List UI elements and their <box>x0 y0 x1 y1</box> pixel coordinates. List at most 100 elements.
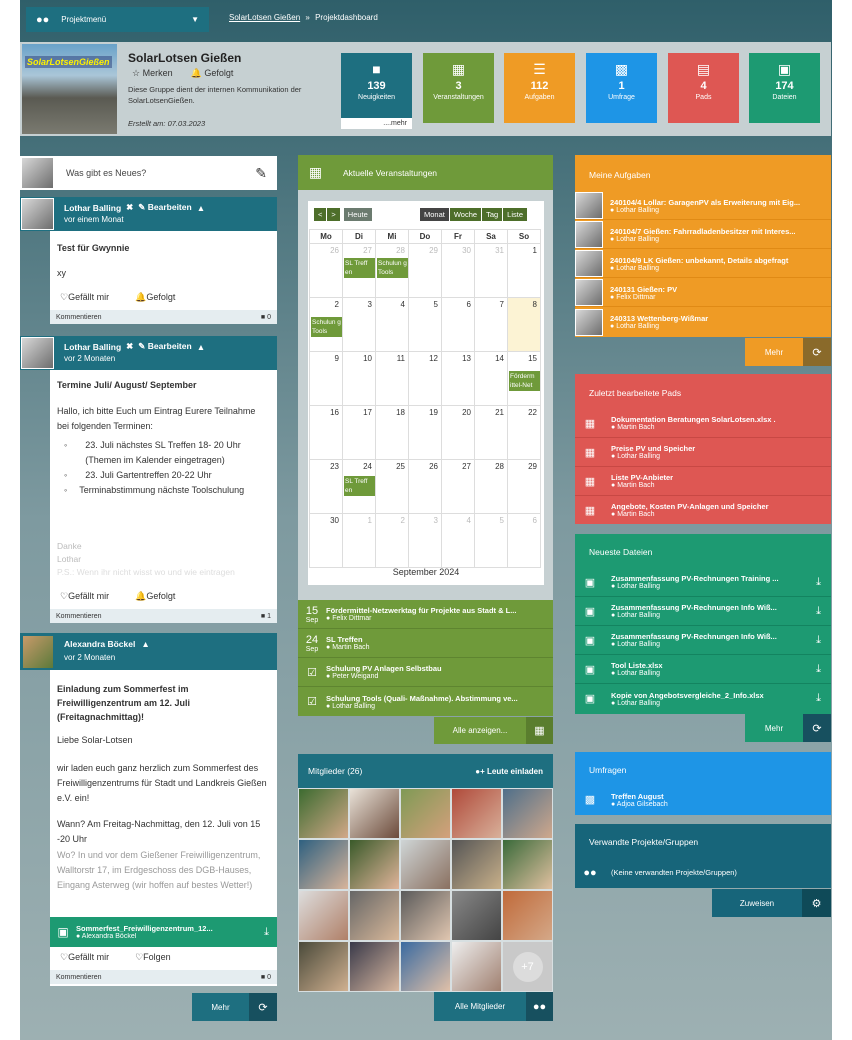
event-list-item[interactable]: 15 Sep Fördermittel-Netzwerktag für Proje… <box>298 600 553 629</box>
calendar-day[interactable]: 21 <box>474 405 508 460</box>
calendar-day[interactable]: 29 <box>507 459 541 514</box>
post-author[interactable]: Lothar Balling <box>64 203 121 213</box>
calendar-icon[interactable]: ▦ <box>526 717 553 744</box>
today-button[interactable]: Heute <box>343 208 372 221</box>
pad-item[interactable]: ▦ Preise PV und Speicher ● Lothar Balling <box>575 438 831 467</box>
calendar-day[interactable]: 19 <box>408 405 442 460</box>
follow-button[interactable]: 🔔Gefolgt <box>135 292 175 303</box>
pad-item[interactable]: ▦ Dokumentation Beratungen SolarLotsen.xl… <box>575 409 831 438</box>
download-icon[interactable]: ⤓ <box>816 692 821 705</box>
calendar-event[interactable]: Schulun g Tools <box>377 258 408 278</box>
event-list-item[interactable]: 24 Sep SL Treffen ● Martin Bach <box>298 629 553 658</box>
view-month-button[interactable]: Monat <box>420 208 449 221</box>
task-item[interactable]: 240131 Gießen: PV ● Felix Dittmar <box>575 279 831 307</box>
pad-item[interactable]: ▦ Liste PV-Anbieter ● Martin Bach <box>575 467 831 496</box>
task-item[interactable]: 240104/9 LK Gießen: unbekannt, Details a… <box>575 250 831 278</box>
calendar-day[interactable]: 2 <box>375 513 409 568</box>
calendar-day[interactable]: 6 <box>441 297 475 352</box>
tile-news-more[interactable]: ....mehr <box>341 118 412 129</box>
calendar-day[interactable]: 23 <box>309 459 343 514</box>
prev-month-button[interactable]: < <box>314 208 327 221</box>
calendar-day[interactable]: 10 <box>342 351 376 406</box>
invite-button[interactable]: ●+ Leute einladen <box>475 767 543 776</box>
calendar-day[interactable]: 30 <box>309 513 343 568</box>
member-avatar[interactable] <box>503 840 552 889</box>
calendar-event[interactable]: Schulun g Tools <box>311 317 342 337</box>
member-avatar[interactable] <box>350 840 399 889</box>
event-list-item[interactable]: ☑ Schulung Tools (Quali- Maßnahme). Abst… <box>298 687 553 716</box>
member-avatar[interactable] <box>452 840 501 889</box>
calendar-day[interactable]: 2 Schulun g Tools <box>309 297 343 352</box>
calendar-day[interactable]: 4 <box>441 513 475 568</box>
event-list-item[interactable]: ☑ Schulung PV Anlagen Selbstbau ● Peter W… <box>298 658 553 687</box>
pad-item[interactable]: ▦ Angebote, Kosten PV-Anlagen und Speiche… <box>575 496 831 524</box>
attached-file[interactable]: ▣ Sommerfest_Freiwilligenzentrum_12... ●… <box>50 917 277 947</box>
member-avatar[interactable] <box>452 891 501 940</box>
view-week-button[interactable]: Woche <box>449 208 482 221</box>
calendar-day[interactable]: 22 <box>507 405 541 460</box>
calendar-day[interactable]: 26 <box>408 459 442 514</box>
project-menu-button[interactable]: ●● Projektmenü ▼ <box>26 7 209 32</box>
files-more-button[interactable]: Mehr <box>745 714 803 742</box>
like-button[interactable]: ♡Gefällt mir <box>60 952 109 963</box>
member-avatar[interactable] <box>350 942 399 991</box>
calendar-day[interactable]: 12 <box>408 351 442 406</box>
edit-button[interactable]: ✎ Bearbeiten <box>138 202 191 213</box>
follow-button[interactable]: 🔔 Gefolgt <box>191 68 234 79</box>
file-item[interactable]: ▣ Zusammenfassung PV-Rechnungen Training … <box>575 568 831 597</box>
edit-button[interactable]: ✎ Bearbeiten <box>138 341 191 352</box>
calendar-day[interactable]: 27 <box>441 459 475 514</box>
calendar-day[interactable]: 1 <box>342 513 376 568</box>
file-item[interactable]: ▣ Zusammenfassung PV-Rechnungen Info Wiß.… <box>575 597 831 626</box>
calendar-day[interactable]: 28 Schulun g Tools <box>375 243 409 298</box>
refresh-icon[interactable]: ⟳ <box>803 714 831 742</box>
post-author[interactable]: Alexandra Böckel <box>64 639 135 649</box>
refresh-icon[interactable]: ⟳ <box>249 993 277 1021</box>
calendar-day[interactable]: 5 <box>408 297 442 352</box>
pencil-icon[interactable]: ✎ <box>255 165 267 182</box>
all-members-button[interactable]: Alle Mitglieder <box>434 992 526 1021</box>
calendar-day[interactable]: 14 <box>474 351 508 406</box>
member-avatar[interactable] <box>401 942 450 991</box>
calendar-day[interactable]: 25 <box>375 459 409 514</box>
task-item[interactable]: 240104/4 Lollar: GaragenPV als Erweiteru… <box>575 192 831 220</box>
calendar-day[interactable]: 3 <box>408 513 442 568</box>
member-avatar[interactable] <box>350 891 399 940</box>
file-item[interactable]: ▣ Tool Liste.xlsx ● Lothar Balling ⤓ <box>575 655 831 684</box>
calendar-day[interactable]: 4 <box>375 297 409 352</box>
calendar-day[interactable]: 6 <box>507 513 541 568</box>
assign-button[interactable]: Zuweisen <box>712 889 802 917</box>
like-button[interactable]: ♡Gefällt mir <box>60 292 109 303</box>
tile-polls[interactable]: ▩ 1 Umfrage <box>586 53 657 123</box>
download-icon[interactable]: ⤓ <box>816 663 821 676</box>
calendar-day[interactable]: 3 <box>342 297 376 352</box>
task-item[interactable]: 240104/7 Gießen: Fahrradladenbesitzer mi… <box>575 221 831 249</box>
users-icon[interactable]: ●● <box>526 992 553 1021</box>
member-avatar[interactable] <box>452 942 501 991</box>
poll-item[interactable]: ▩ Treffen August ● Adjoa Gilsebach <box>575 785 831 814</box>
calendar-day[interactable]: 31 <box>474 243 508 298</box>
close-icon[interactable]: ✖ <box>126 202 133 213</box>
more-members[interactable]: +7 <box>503 942 552 991</box>
calendar-day[interactable]: 9 <box>309 351 343 406</box>
calendar-day[interactable]: 16 <box>309 405 343 460</box>
download-icon[interactable]: ⤓ <box>816 576 821 589</box>
like-button[interactable]: ♡Gefällt mir <box>60 591 109 602</box>
calendar-event[interactable]: SL Treff en <box>344 258 375 278</box>
bookmark-button[interactable]: ☆ Merken <box>132 68 173 79</box>
calendar-day[interactable]: 29 <box>408 243 442 298</box>
calendar-day[interactable]: 13 <box>441 351 475 406</box>
file-item[interactable]: ▣ Kopie von Angebotsvergleiche_2_Info.xls… <box>575 684 831 713</box>
calendar-day[interactable]: 28 <box>474 459 508 514</box>
calendar-day[interactable]: 20 <box>441 405 475 460</box>
tasks-more-button[interactable]: Mehr <box>745 338 803 366</box>
tile-pads[interactable]: ▤ 4 Pads <box>668 53 739 123</box>
member-avatar[interactable] <box>299 891 348 940</box>
calendar-day[interactable]: 15 Förderm ittel-Net <box>507 351 541 406</box>
post-author[interactable]: Lothar Balling <box>64 342 121 352</box>
download-icon[interactable]: ⤓ <box>816 605 821 618</box>
view-list-button[interactable]: Liste <box>503 208 528 221</box>
comment-link[interactable]: Kommentieren <box>56 314 102 321</box>
calendar-day[interactable]: 17 <box>342 405 376 460</box>
calendar-day[interactable]: 30 <box>441 243 475 298</box>
